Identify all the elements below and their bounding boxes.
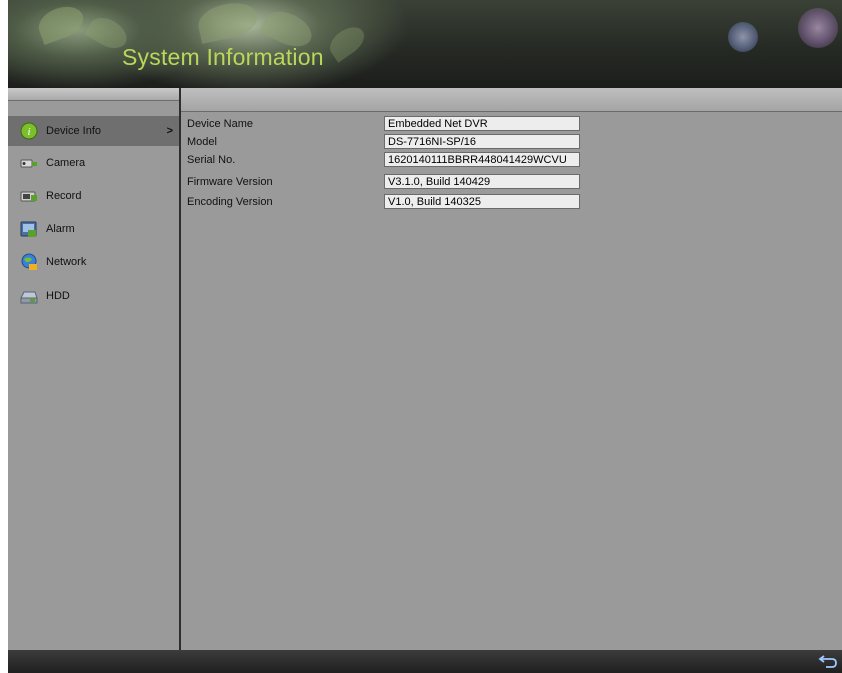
back-arrow-icon[interactable] xyxy=(818,653,838,669)
firmware-version-value: V3.1.0, Build 140429 xyxy=(384,174,580,189)
sidebar-item-hdd[interactable]: HDD xyxy=(8,281,179,311)
system-information-window: System Information i Device Info > Camer… xyxy=(0,0,842,673)
header-banner: System Information xyxy=(8,0,842,88)
sidebar-item-label: Alarm xyxy=(46,223,75,235)
sidebar-item-label: Record xyxy=(46,190,82,202)
sidebar-item-alarm[interactable]: Alarm xyxy=(8,214,179,244)
model-value: DS-7716NI-SP/16 xyxy=(384,134,580,149)
hdd-icon xyxy=(20,291,38,304)
model-label: Model xyxy=(187,136,217,148)
sidebar-item-record[interactable]: Record xyxy=(8,181,179,211)
info-row-model: Model DS-7716NI-SP/16 xyxy=(181,134,842,151)
encoding-version-value: V1.0, Build 140325 xyxy=(384,194,580,209)
alarm-icon xyxy=(20,221,37,237)
sidebar-item-label: Camera xyxy=(46,157,86,169)
camera-icon xyxy=(20,159,37,168)
record-icon xyxy=(20,191,37,202)
info-row-encoding-version: Encoding Version V1.0, Build 140325 xyxy=(181,194,842,211)
info-row-device-name: Device Name Embedded Net DVR xyxy=(181,116,842,133)
device-name-value: Embedded Net DVR xyxy=(384,116,580,131)
sidebar-menu: i Device Info > Camera Record Alarm Netw… xyxy=(8,101,180,650)
sidebar-item-device-info[interactable]: i Device Info > xyxy=(8,116,179,146)
content-top-strip xyxy=(181,88,842,112)
device-name-label: Device Name xyxy=(187,118,254,130)
bottom-toolbar xyxy=(8,650,842,673)
svg-text:i: i xyxy=(27,126,30,138)
sidebar-item-camera[interactable]: Camera xyxy=(8,148,179,178)
info-row-firmware-version: Firmware Version V3.1.0, Build 140429 xyxy=(181,174,842,191)
sidebar-item-label: HDD xyxy=(46,290,70,302)
firmware-version-label: Firmware Version xyxy=(187,176,273,188)
encoding-version-label: Encoding Version xyxy=(187,196,273,208)
sidebar-top-strip xyxy=(8,88,179,101)
device-info-panel: Device Name Embedded Net DVR Model DS-77… xyxy=(181,112,842,650)
page-title: System Information xyxy=(122,44,324,70)
chevron-right-icon: > xyxy=(166,125,173,137)
network-icon xyxy=(21,253,37,270)
info-icon: i xyxy=(20,122,38,140)
serial-no-label: Serial No. xyxy=(187,154,236,166)
sidebar-item-label: Network xyxy=(46,256,87,268)
serial-no-value: 1620140111BBRR448041429WCVU xyxy=(384,152,580,167)
sidebar-item-label: Device Info xyxy=(46,125,102,137)
sidebar-item-network[interactable]: Network xyxy=(8,247,179,277)
info-row-serial-no: Serial No. 1620140111BBRR448041429WCVU xyxy=(181,152,842,169)
